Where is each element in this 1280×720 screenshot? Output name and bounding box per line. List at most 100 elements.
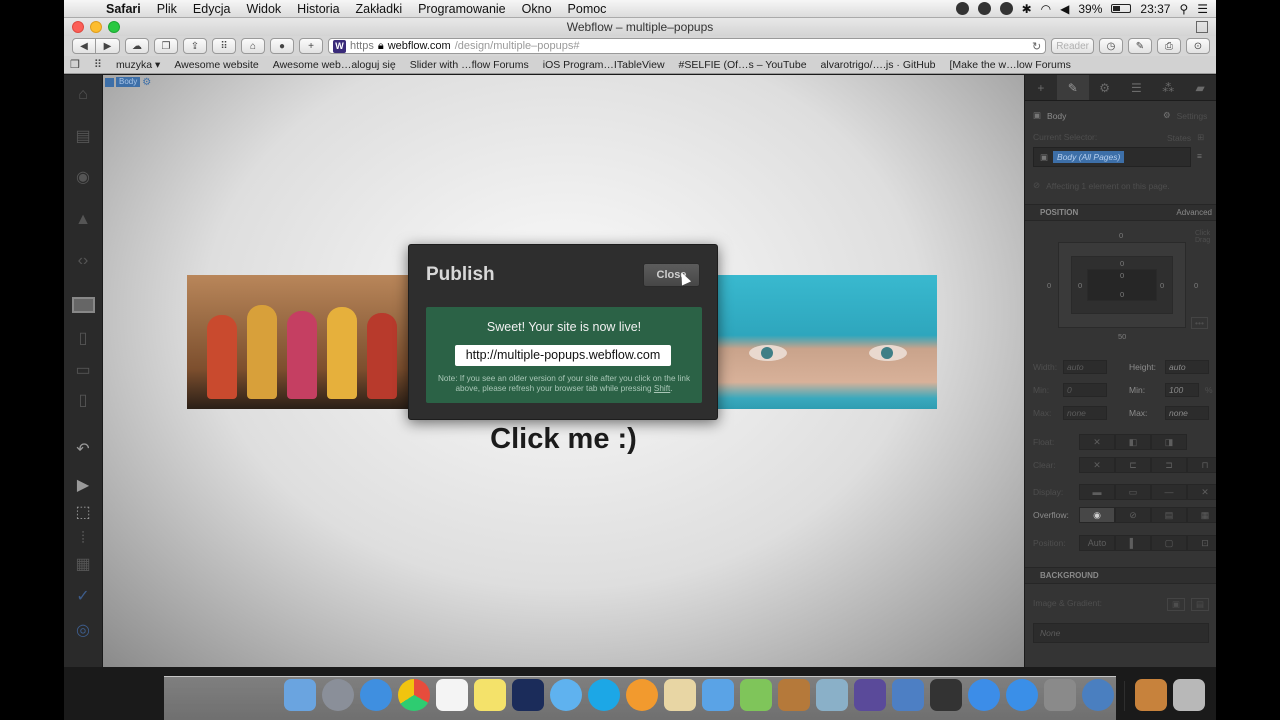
league-icon[interactable] (512, 679, 544, 711)
display-none-icon[interactable]: ✕ (1187, 484, 1216, 500)
iphoto-icon[interactable] (816, 679, 848, 711)
selector-field[interactable]: ▣ Body (All Pages) (1033, 147, 1191, 167)
share-icon[interactable]: ⇪ (183, 38, 207, 54)
click-me-heading[interactable]: Click me :) (103, 423, 1024, 456)
tab-style-brush[interactable]: ✎ (1056, 75, 1089, 100)
position-absolute-icon[interactable]: ▢ (1151, 535, 1187, 551)
garageband-icon[interactable] (778, 679, 810, 711)
bookmark-item[interactable]: Awesome web…aloguj się (273, 59, 396, 71)
menu-widok[interactable]: Widok (238, 2, 289, 16)
forward-button[interactable]: ▶ (96, 38, 120, 54)
bookmark-item[interactable]: muzyka ▾ (116, 59, 160, 71)
border-top-value[interactable]: 0 (1120, 259, 1124, 268)
padding-box[interactable]: 0 0 0 0 0 (1071, 256, 1173, 314)
menu-okno[interactable]: Okno (514, 2, 560, 16)
bookmark-item[interactable]: #SELFIE (Of…s – YouTube (679, 59, 807, 71)
display-block-icon[interactable]: ▬ (1079, 484, 1115, 500)
tab-interactions[interactable]: ⁂ (1152, 75, 1184, 100)
margin-top-value[interactable]: 0 (1119, 231, 1123, 240)
downloads-icon[interactable]: ⊙ (1186, 38, 1210, 54)
padding-bottom-value[interactable]: 0 (1120, 290, 1124, 299)
downloads-stack-icon[interactable] (1135, 679, 1167, 711)
clear-none-icon[interactable]: ✕ (1079, 457, 1115, 473)
display-inline-block-icon[interactable]: ▭ (1115, 484, 1151, 500)
reader-button[interactable]: Reader (1051, 38, 1094, 54)
overflow-visible-eye-icon[interactable]: ◉ (1079, 507, 1115, 523)
safari-icon[interactable] (360, 679, 392, 711)
position-fixed-icon[interactable]: ⊡ (1187, 535, 1216, 551)
design-canvas[interactable]: Body ⚙ Click me :) Publish Close Sweet! … (103, 75, 1024, 667)
tab-assets[interactable]: ▰ (1184, 75, 1216, 100)
tab-settings-gear[interactable]: ⚙ (1089, 75, 1121, 100)
box-more-icon[interactable]: ••• (1191, 317, 1208, 329)
clock[interactable]: 23:37 (1140, 2, 1170, 16)
reload-button[interactable]: ↻ (1032, 40, 1045, 53)
show-edges-icon[interactable]: ⬚ (73, 503, 93, 523)
evernote-icon[interactable] (955, 2, 969, 15)
layout-icon[interactable]: ▦ (73, 555, 93, 575)
save-check-icon[interactable]: ✓ (73, 587, 93, 607)
live-site-link[interactable]: http://multiple-popups.webflow.com (455, 345, 671, 366)
ibooks-icon[interactable] (626, 679, 658, 711)
display-inline-icon[interactable]: — (1151, 484, 1187, 500)
overflow-hidden-icon[interactable]: ⊘ (1115, 507, 1151, 523)
height-input[interactable]: auto (1165, 360, 1209, 374)
menu-safari[interactable]: Safari (98, 2, 149, 16)
float-right-icon[interactable]: ◨ (1151, 434, 1187, 450)
min-height-input[interactable]: 100 (1165, 383, 1199, 397)
preview-mode-icon[interactable]: ▶ (73, 476, 93, 496)
keynote-icon[interactable] (702, 679, 734, 711)
sublime-icon[interactable] (930, 679, 962, 711)
messages-icon[interactable] (550, 679, 582, 711)
preview-eye-icon[interactable]: ◉ (73, 168, 93, 188)
address-bar[interactable]: W https 🔒︎ webflow.com/design/multiple–p… (328, 38, 1047, 54)
max-width-input[interactable]: none (1063, 406, 1107, 420)
record-icon[interactable] (977, 2, 991, 15)
overflow-scroll-icon[interactable]: ▤ (1151, 507, 1187, 523)
menu-historia[interactable]: Historia (289, 2, 347, 16)
code-view-icon[interactable]: ‹› (73, 251, 93, 271)
spotlight-icon[interactable]: ⚲ (1179, 2, 1188, 16)
bookmark-item[interactable]: iOS Program…ITableView (543, 59, 665, 71)
landscape-phone-view-icon[interactable]: ▭ (73, 361, 93, 381)
menu-programowanie[interactable]: Programowanie (410, 2, 514, 16)
history-icon[interactable]: ◷ (1099, 38, 1123, 54)
position-auto[interactable]: Auto (1079, 535, 1115, 551)
body-element-tag[interactable]: Body ⚙ (105, 77, 151, 88)
bookmark-item[interactable]: Awesome website (174, 59, 258, 71)
top-sites-grid-icon[interactable]: ⠿ (94, 58, 102, 71)
reading-list-icon[interactable]: ❐ (154, 38, 178, 54)
wifi-icon[interactable]: ◠ (1041, 2, 1051, 16)
tablet-view-icon[interactable]: ▯ (73, 329, 93, 349)
close-window-icon[interactable] (72, 21, 84, 33)
overflow-auto-icon[interactable]: ▦ (1187, 507, 1216, 523)
menu-pomoc[interactable]: Pomoc (560, 2, 615, 16)
numbers-icon[interactable] (740, 679, 772, 711)
padding-top-value[interactable]: 0 (1120, 271, 1124, 280)
bookmarks-icon[interactable]: ❒ (70, 58, 80, 71)
undo-icon[interactable]: ↶ (73, 440, 93, 460)
clear-both-icon[interactable]: ⊓ (1187, 457, 1216, 473)
publish-rocket-icon[interactable]: ▲ (73, 210, 93, 230)
add-image-icon[interactable]: ▣ (1167, 598, 1186, 611)
padding-left-value[interactable]: 0 (1078, 281, 1082, 290)
minimize-window-icon[interactable] (90, 21, 102, 33)
box-bottom-value[interactable]: 50 (1118, 332, 1126, 341)
grid-overlay-icon[interactable]: ⦙ (73, 529, 93, 549)
float-left-icon[interactable]: ◧ (1115, 434, 1151, 450)
fullscreen-icon[interactable] (1196, 21, 1208, 33)
launchpad-icon[interactable] (322, 679, 354, 711)
bookmark-item[interactable]: alvarotrigo/….js · GitHub (821, 59, 936, 71)
imovie-icon[interactable] (854, 679, 886, 711)
margin-left-value[interactable]: 0 (1047, 281, 1051, 290)
print-icon[interactable]: ⎙ (1157, 38, 1181, 54)
icloud-tabs-icon[interactable]: ☁ (125, 38, 149, 54)
trash-icon[interactable] (1173, 679, 1205, 711)
menu-zakladki[interactable]: Zakładki (348, 2, 411, 16)
back-button[interactable]: ◀ (72, 38, 96, 54)
itunes-icon[interactable] (968, 679, 1000, 711)
timemachine-icon[interactable] (999, 2, 1013, 15)
close-button[interactable]: Close (643, 263, 700, 287)
home-icon[interactable]: ⌂ (241, 38, 265, 54)
box-model-editor[interactable]: 0 0 0 0 0 0 0 0 (1047, 231, 1198, 328)
